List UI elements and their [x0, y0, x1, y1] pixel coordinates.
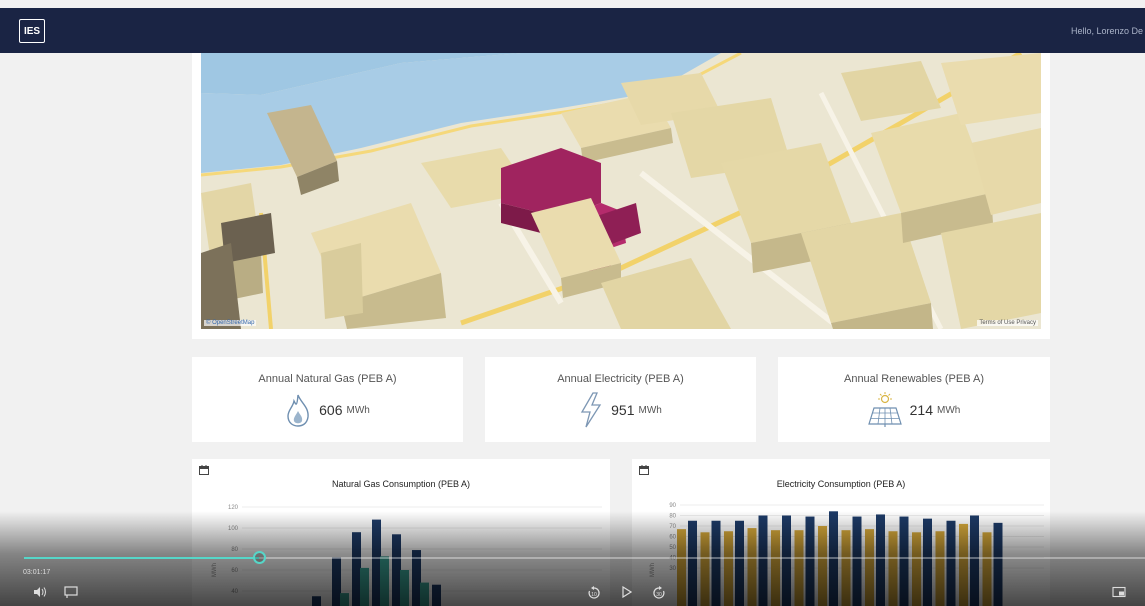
- ies-logo[interactable]: IES: [19, 19, 45, 43]
- forward-30-icon: 30: [653, 586, 665, 599]
- 3d-city-map[interactable]: © OpenStreetMap Terms of Use Privacy: [201, 53, 1041, 329]
- lightning-icon: [581, 392, 602, 428]
- solar-panel-icon: [867, 392, 902, 427]
- svg-text:10: 10: [591, 592, 597, 598]
- volume-button[interactable]: [33, 586, 47, 598]
- kpi-card-natural-gas: Annual Natural Gas (PEB A) 606 MWh: [192, 357, 463, 442]
- captions-icon: [64, 586, 78, 598]
- kpi-title: Annual Electricity (PEB A): [557, 373, 684, 385]
- play-icon: [622, 586, 632, 598]
- video-progress-fill: [24, 557, 260, 559]
- picture-in-picture-icon: [1112, 586, 1126, 598]
- kpi-title: Annual Natural Gas (PEB A): [258, 373, 397, 385]
- volume-icon: [34, 587, 46, 597]
- user-greeting[interactable]: Hello, Lorenzo De: [1071, 26, 1143, 36]
- rewind-10-button[interactable]: 10: [587, 586, 601, 600]
- kpi-unit: MWh: [346, 404, 370, 416]
- y-tick-label: 90: [669, 503, 676, 509]
- kpi-title: Annual Renewables (PEB A): [843, 373, 985, 385]
- flame-icon: [287, 394, 309, 427]
- map-attribution[interactable]: © OpenStreetMap: [204, 320, 257, 326]
- kpi-unit: MWh: [638, 404, 662, 416]
- kpi-value: 951: [611, 402, 635, 418]
- picture-in-picture-button[interactable]: [1112, 586, 1126, 598]
- map-panel: © OpenStreetMap Terms of Use Privacy: [192, 53, 1050, 339]
- forward-30-button[interactable]: 30: [652, 586, 666, 600]
- kpi-unit: MWh: [937, 404, 961, 416]
- play-button[interactable]: [622, 586, 632, 598]
- kpi-card-renewables: Annual Renewables (PEB A) 214 MWh: [778, 357, 1050, 442]
- kpi-card-electricity: Annual Electricity (PEB A) 951 MWh: [485, 357, 756, 442]
- video-current-time: 03:01:17: [23, 569, 51, 576]
- kpi-value: 606: [319, 402, 343, 418]
- rewind-10-icon: 10: [588, 586, 600, 599]
- kpi-value: 214: [909, 402, 933, 418]
- svg-text:30: 30: [656, 592, 662, 598]
- map-terms-link[interactable]: Terms of Use Privacy: [977, 320, 1038, 326]
- top-navigation-bar: IES Hello, Lorenzo De: [0, 8, 1145, 53]
- captions-button[interactable]: [64, 586, 78, 598]
